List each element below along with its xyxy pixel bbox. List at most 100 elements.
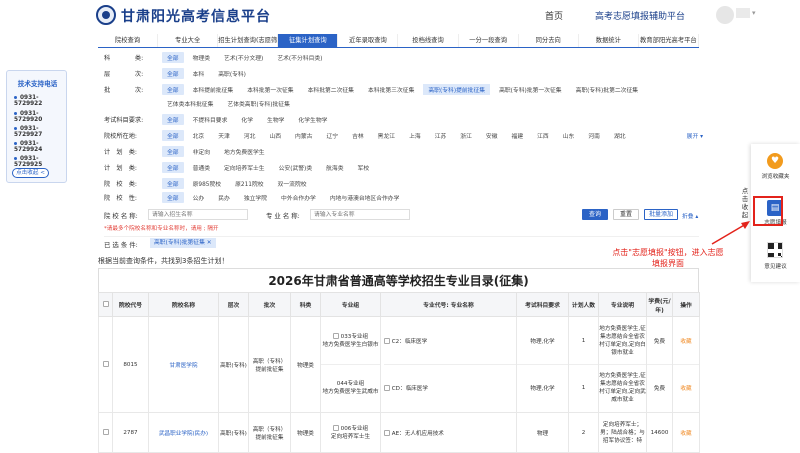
nav-assist-link[interactable]: 高考志愿填报辅助平台 <box>595 9 685 22</box>
filter-option[interactable]: 化学 <box>236 114 258 125</box>
favorites-icon[interactable]: ♥ <box>767 153 783 169</box>
filter-option[interactable]: 公安(武警)类 <box>274 162 318 173</box>
reset-button[interactable]: 重置 <box>613 209 639 220</box>
tab-score-rank[interactable]: 一分一段查询 <box>459 34 519 47</box>
filter-option[interactable]: 河北 <box>239 130 261 141</box>
filter-option[interactable]: 全部 <box>162 52 184 63</box>
tab-collect-plan[interactable]: 征集计划查询 <box>278 34 339 47</box>
filter-option[interactable]: 原211院校 <box>230 178 268 189</box>
school-name-link[interactable]: 武昌职业学院(民办) <box>148 412 219 453</box>
filter-option[interactable]: 天津 <box>213 130 235 141</box>
filter-option[interactable]: 全部 <box>162 114 184 125</box>
filter-option[interactable]: 湖北 <box>609 130 631 141</box>
filter-option[interactable]: 民办 <box>213 192 235 203</box>
filter-option[interactable]: 全部 <box>162 130 184 141</box>
filter-option[interactable]: 安徽 <box>481 130 503 141</box>
filter-option[interactable]: 辽宁 <box>321 130 343 141</box>
filter-option[interactable]: 高职(专科)批第二次征集 <box>571 84 644 95</box>
tab-statistics[interactable]: 数据统计 <box>579 34 639 47</box>
filter-option[interactable]: 普通类 <box>188 162 215 173</box>
filter-option[interactable]: 全部 <box>162 178 184 189</box>
filter-option[interactable]: 独立学院 <box>239 192 272 203</box>
tab-moe-platform[interactable]: 教育部阳光高考平台 <box>639 34 699 47</box>
nav-home-link[interactable]: 首页 <box>545 9 563 22</box>
school-name-link[interactable]: 甘肃医学院 <box>148 316 219 413</box>
filter-option[interactable]: 原985院校 <box>188 178 226 189</box>
tab-plan-query[interactable]: 招生计划查询(志愿筛选) <box>218 34 279 47</box>
filter-option[interactable]: 浙江 <box>455 130 477 141</box>
major-checkbox[interactable] <box>384 337 390 344</box>
favorite-link[interactable]: 收藏 <box>673 365 699 412</box>
filter-option[interactable]: 不提科目要求 <box>188 114 233 125</box>
filter-option[interactable]: 全部 <box>162 68 184 79</box>
filter-option[interactable]: 山西 <box>264 130 286 141</box>
query-button[interactable]: 查询 <box>582 209 608 220</box>
row-checkbox[interactable] <box>102 361 109 368</box>
filter-option[interactable]: 定向培养军士生 <box>219 162 270 173</box>
qr-code-icon[interactable] <box>767 242 783 258</box>
filter-option[interactable]: 艺术(不分科目类) <box>272 52 327 63</box>
group-checkbox[interactable] <box>332 333 339 339</box>
expand-toggle[interactable]: 展开 ▾ <box>687 131 703 140</box>
filter-option[interactable]: 地方免费医学生 <box>219 146 270 157</box>
tab-same-score[interactable]: 同分去向 <box>519 34 579 47</box>
filter-option[interactable]: 内地与港澳台地区合作办学 <box>325 192 405 203</box>
batch-add-button[interactable]: 批量添加 <box>644 209 678 220</box>
filter-option[interactable]: 江苏 <box>430 130 452 141</box>
filter-option[interactable]: 本科批第一次征集 <box>242 84 298 95</box>
filter-option[interactable]: 艺术(不分文理) <box>219 52 268 63</box>
filter-option[interactable]: 本科批第三次征集 <box>363 84 419 95</box>
filter-option[interactable]: 江西 <box>532 130 554 141</box>
filter-option[interactable]: 生物学 <box>262 114 289 125</box>
filter-option[interactable]: 艺体类高职(专科)批征集 <box>222 98 295 109</box>
filter-option[interactable]: 军校 <box>353 162 375 173</box>
filter-option[interactable]: 上海 <box>404 130 426 141</box>
tab-school-query[interactable]: 院校查询 <box>98 34 159 47</box>
filter-option[interactable]: 全部 <box>162 162 184 173</box>
filter-option[interactable]: 全部 <box>162 84 184 95</box>
row-checkbox[interactable] <box>102 429 109 436</box>
major-checkbox[interactable] <box>384 385 390 391</box>
favorite-link[interactable]: 收藏 <box>672 412 700 453</box>
major-name-input[interactable] <box>310 209 410 220</box>
filter-option[interactable]: 非定向 <box>188 146 215 157</box>
filter-option[interactable]: 吉林 <box>347 130 369 141</box>
filter-option[interactable]: 中外合作办学 <box>276 192 321 203</box>
filter-option[interactable]: 黑龙江 <box>373 130 400 141</box>
favorites-label[interactable]: 浏览收藏夹 <box>751 172 800 180</box>
feedback-label[interactable]: 意见建议 <box>751 262 800 270</box>
filter-option[interactable]: 福建 <box>507 130 529 141</box>
group-checkbox[interactable] <box>332 425 339 431</box>
user-name-redacted[interactable] <box>736 8 750 18</box>
chevron-down-icon[interactable]: ▾ <box>752 9 756 17</box>
filter-option[interactable]: 艺体类本科批征集 <box>162 98 218 109</box>
tab-admission-history[interactable]: 近年录取查询 <box>338 34 399 47</box>
filter-option[interactable]: 全部 <box>162 146 184 157</box>
filter-option[interactable]: 物理类 <box>188 52 215 63</box>
support-collapse-button[interactable]: 点击收起 < <box>12 168 49 178</box>
filter-option[interactable]: 山东 <box>558 130 580 141</box>
site-title[interactable]: 甘肃阳光高考信息平台 <box>121 6 271 26</box>
filter-option[interactable]: 本科批第二次征集 <box>303 84 359 95</box>
filter-option[interactable]: 公办 <box>188 192 210 203</box>
collapse-toggle[interactable]: 折叠 ▴ <box>682 211 698 220</box>
user-avatar[interactable] <box>716 6 734 24</box>
chosen-tag[interactable]: 高职(专科)批第征集 ✕ <box>150 238 216 248</box>
filter-option[interactable]: 双一流院校 <box>273 178 312 189</box>
filter-option[interactable]: 内蒙古 <box>290 130 317 141</box>
filter-option[interactable]: 河南 <box>583 130 605 141</box>
filter-option[interactable]: 本科 <box>188 68 210 79</box>
site-logo-icon[interactable] <box>96 5 116 25</box>
major-checkbox[interactable] <box>384 430 390 436</box>
filter-option-selected[interactable]: 高职(专科)提前批征集 <box>423 84 491 95</box>
filter-option[interactable]: 高职(专科) <box>213 68 251 79</box>
filter-option[interactable]: 北京 <box>188 130 210 141</box>
filter-option[interactable]: 化学生物学 <box>293 114 332 125</box>
school-name-input[interactable] <box>148 209 248 220</box>
filter-option[interactable]: 本科提前批征集 <box>188 84 239 95</box>
tab-score-line[interactable]: 投档线查询 <box>398 34 459 47</box>
filter-option[interactable]: 全部 <box>162 192 184 203</box>
filter-option[interactable]: 高职(专科)批第一次征集 <box>494 84 567 95</box>
favorite-link[interactable]: 收藏 <box>673 318 699 365</box>
select-all-checkbox[interactable] <box>102 301 109 308</box>
